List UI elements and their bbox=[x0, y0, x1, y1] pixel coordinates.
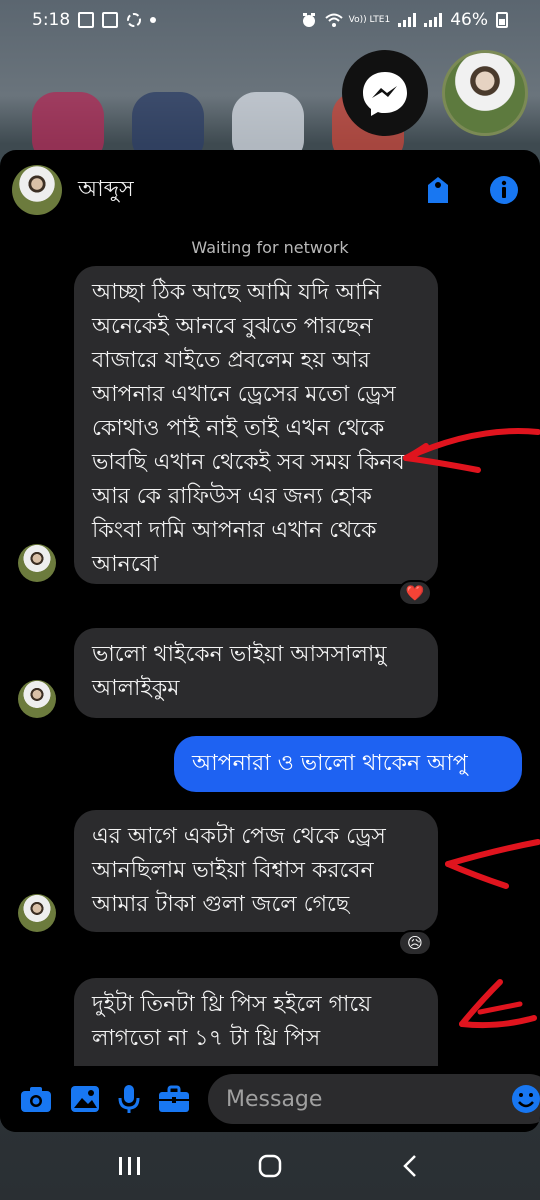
contact-name[interactable]: আব্দুস bbox=[78, 172, 388, 209]
microphone-icon[interactable] bbox=[118, 1080, 140, 1118]
chat-header: আব্দুস bbox=[0, 150, 540, 230]
status-left: 5:18 bbox=[32, 10, 157, 30]
status-time: 5:18 bbox=[32, 10, 71, 30]
reaction-emoji: 😥 bbox=[407, 934, 423, 952]
network-status: Waiting for network bbox=[191, 238, 349, 257]
messenger-chathead[interactable] bbox=[342, 50, 428, 136]
more-notifications-icon bbox=[150, 17, 157, 23]
camera-icon[interactable] bbox=[20, 1080, 52, 1118]
reaction-emoji: ❤️ bbox=[405, 584, 425, 602]
message-text: দুইটা তিনটা থ্রি পিস হইলে গায়ে লাগতো না… bbox=[92, 992, 372, 1051]
annotation-arrow-2 bbox=[445, 839, 540, 889]
home-notification-icon bbox=[102, 12, 119, 28]
sync-notification-icon bbox=[126, 12, 142, 28]
status-bar: 5:18 Vo)) LTE1 46% bbox=[0, 0, 540, 40]
tag-icon[interactable] bbox=[422, 174, 454, 206]
messenger-icon bbox=[363, 72, 407, 116]
chat-window: আব্দুস Waiting for network আচ্ছা ঠিক আছে… bbox=[0, 150, 540, 1132]
status-right: Vo)) LTE1 46% bbox=[301, 10, 508, 30]
signal-2-icon bbox=[424, 13, 443, 27]
message-bubble-incoming[interactable]: ভালো থাইকেন ভাইয়া আসসালামু আলাইকুম bbox=[74, 628, 438, 718]
message-sender-avatar[interactable] bbox=[18, 680, 56, 718]
message-composer bbox=[0, 1066, 540, 1132]
message-input[interactable] bbox=[208, 1074, 540, 1124]
briefcase-icon[interactable] bbox=[158, 1080, 190, 1118]
recent-apps-button[interactable] bbox=[106, 1142, 154, 1190]
annotation-arrow-1 bbox=[403, 428, 540, 473]
message-text: ভালো থাইকেন ভাইয়া আসসালামু আলাইকুম bbox=[92, 642, 387, 701]
gallery-notification-icon bbox=[78, 12, 95, 28]
message-bubble-outgoing[interactable]: আপনারা ও ভালো থাকেন আপু bbox=[174, 736, 522, 792]
sad-reaction[interactable]: 😥 bbox=[398, 930, 432, 956]
emoji-icon[interactable] bbox=[510, 1083, 540, 1115]
signal-1-icon bbox=[398, 13, 417, 27]
message-input-wrap bbox=[208, 1074, 540, 1124]
gallery-icon[interactable] bbox=[70, 1080, 100, 1118]
home-button[interactable] bbox=[246, 1142, 294, 1190]
wifi-icon bbox=[324, 12, 343, 28]
info-icon[interactable] bbox=[488, 174, 520, 206]
volte-label: Vo)) LTE1 bbox=[348, 14, 391, 25]
message-text: এর আগে একটা পেজ থেকে ড্রেস আনছিলাম ভাইয়… bbox=[92, 824, 386, 917]
contact-chathead-avatar[interactable] bbox=[442, 50, 528, 136]
message-bubble-incoming[interactable]: এর আগে একটা পেজ থেকে ড্রেস আনছিলাম ভাইয়… bbox=[74, 810, 438, 932]
message-sender-avatar[interactable] bbox=[18, 894, 56, 932]
alarm-icon bbox=[301, 12, 317, 28]
message-text: আপনারা ও ভালো থাকেন আপু bbox=[192, 751, 468, 776]
back-button[interactable] bbox=[386, 1142, 434, 1190]
heart-reaction[interactable]: ❤️ bbox=[398, 580, 432, 606]
contact-avatar[interactable] bbox=[12, 165, 62, 215]
battery-percent: 46% bbox=[450, 10, 488, 30]
annotation-arrow-3 bbox=[459, 979, 537, 1029]
message-text: আচ্ছা ঠিক আছে আমি যদি আনি অনেকেই আনবে বু… bbox=[92, 280, 405, 577]
navigation-bar bbox=[0, 1132, 540, 1200]
message-sender-avatar[interactable] bbox=[18, 544, 56, 582]
message-bubble-incoming[interactable]: আচ্ছা ঠিক আছে আমি যদি আনি অনেকেই আনবে বু… bbox=[74, 266, 438, 584]
battery-icon bbox=[496, 12, 508, 28]
